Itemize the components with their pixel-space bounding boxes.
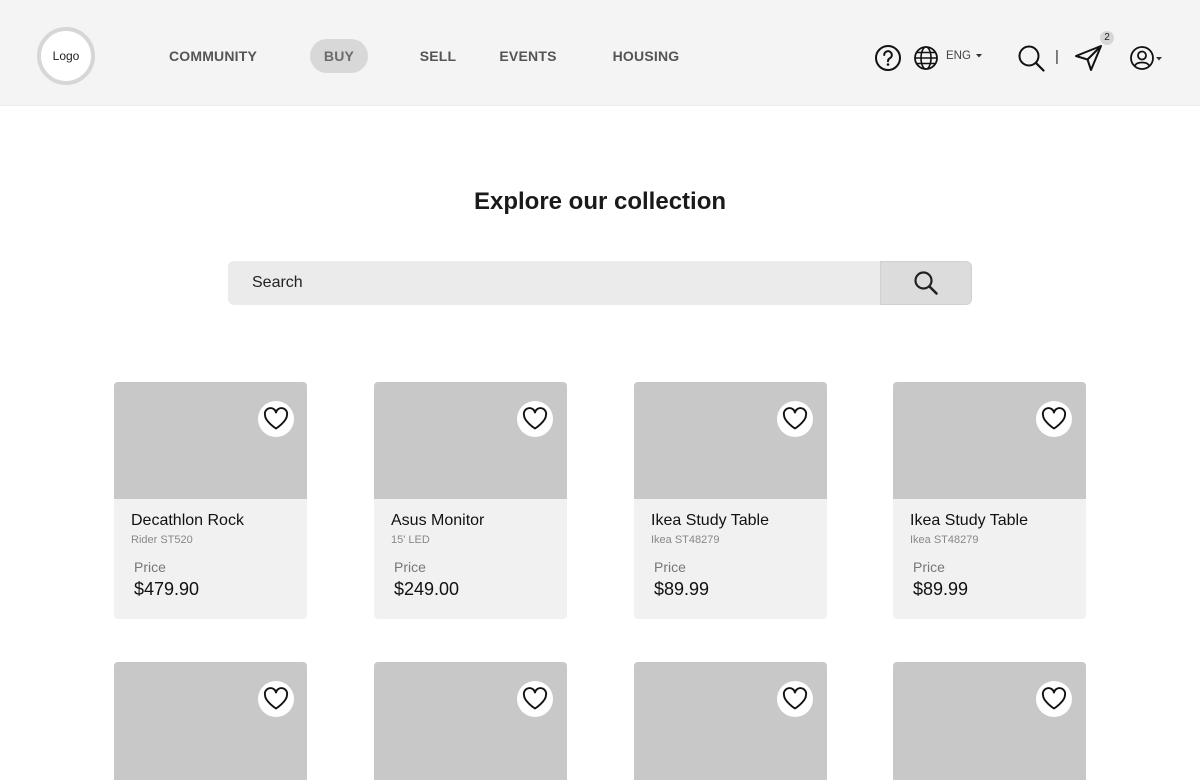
language-label: ENG [946,50,971,62]
page-title: Explore our collection [473,188,727,215]
heart-icon [522,407,548,430]
favorite-button[interactable] [258,681,294,717]
product-image [114,662,307,780]
nav-sell[interactable]: SELL [414,39,462,73]
header-divider: | [1055,48,1059,65]
price-value: $249.00 [394,579,460,599]
product-name: Decathlon Rock [131,512,244,529]
price-value: $89.99 [654,579,710,599]
heart-icon [1041,407,1067,430]
favorite-button[interactable] [1036,681,1072,717]
heart-icon [1041,687,1067,710]
product-image [893,382,1086,499]
nav-events[interactable]: EVENTS [494,39,562,73]
favorite-button[interactable] [1036,401,1072,437]
nav-buy[interactable]: BUY [310,39,368,73]
search-button[interactable] [880,261,972,305]
product-subtitle: 15' LED [391,534,430,546]
favorite-button[interactable] [777,401,813,437]
product-image [374,382,567,499]
send-icon[interactable] [1074,44,1104,72]
search-icon [914,271,938,295]
product-card[interactable]: Decathlon Rock Rider ST520 Price $479.90 [114,382,307,619]
product-name: Ikea Study Table [651,512,770,529]
price-label: Price [394,559,426,575]
product-image [893,662,1086,780]
heart-icon [522,687,548,710]
favorite-button[interactable] [258,401,294,437]
notification-badge: 2 [1100,31,1114,45]
price-value: $479.90 [134,579,200,599]
top-navigation-bar: Logo COMMUNITY BUY SELL EVENTS HOUSING E… [0,0,1200,106]
help-icon[interactable] [874,44,902,72]
product-image [374,662,567,780]
user-account-icon[interactable] [1130,45,1164,71]
product-subtitle: Ikea ST48279 [651,534,720,546]
product-name: Asus Monitor [391,512,485,529]
heart-icon [263,687,289,710]
product-subtitle: Rider ST520 [131,534,193,546]
product-card[interactable] [374,662,567,780]
product-card[interactable] [893,662,1086,780]
search-input[interactable] [228,261,878,305]
product-image [634,662,827,780]
heart-icon [263,407,289,430]
price-label: Price [654,559,686,575]
price-label: Price [913,559,945,575]
product-card[interactable] [634,662,827,780]
search-bar [228,261,972,305]
favorite-button[interactable] [517,681,553,717]
language-selector[interactable]: ENG [946,50,983,62]
heart-icon [782,687,808,710]
price-value: $89.99 [913,579,969,599]
product-name: Ikea Study Table [910,512,1029,529]
favorite-button[interactable] [777,681,813,717]
product-image [634,382,827,499]
product-card[interactable]: Ikea Study Table Ikea ST48279 Price $89.… [893,382,1086,619]
product-card[interactable] [114,662,307,780]
globe-icon[interactable] [913,45,939,71]
product-card[interactable]: Asus Monitor 15' LED Price $249.00 [374,382,567,619]
nav-community[interactable]: COMMUNITY [164,39,262,73]
favorite-button[interactable] [517,401,553,437]
heart-icon [782,407,808,430]
caret-down-icon [976,53,983,58]
price-label: Price [134,559,166,575]
product-subtitle: Ikea ST48279 [910,534,979,546]
product-image [114,382,307,499]
nav-housing[interactable]: HOUSING [606,39,686,73]
search-icon[interactable] [1017,44,1045,72]
logo[interactable]: Logo [37,27,95,85]
product-card[interactable]: Ikea Study Table Ikea ST48279 Price $89.… [634,382,827,619]
